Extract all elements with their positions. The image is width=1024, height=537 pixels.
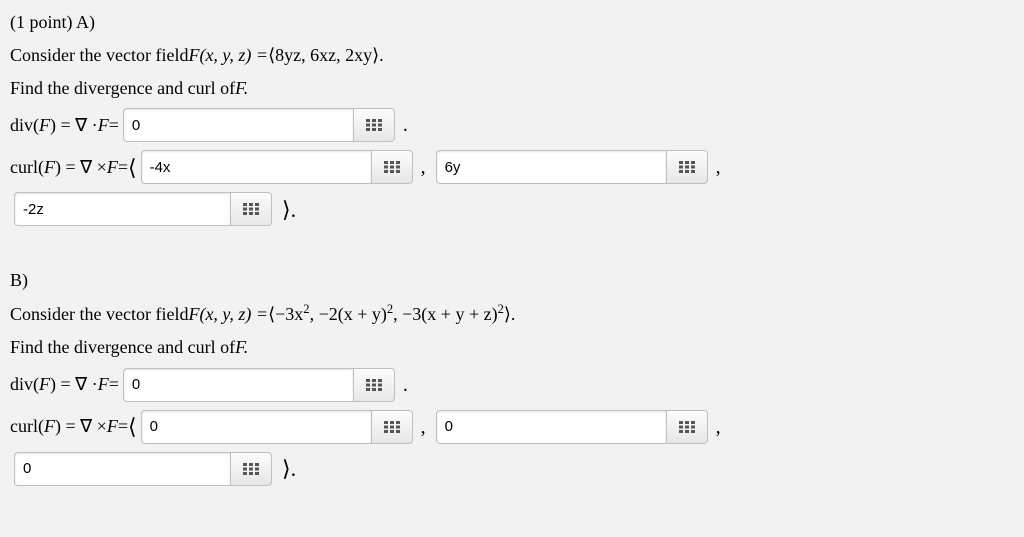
div-F2: F [98, 111, 109, 140]
curl-label-after: = [118, 153, 128, 182]
equation-editor-button[interactable] [353, 108, 395, 142]
partA-consider: Consider the vector field F(x, y, z) = ⟨… [10, 41, 1014, 70]
keypad-icon [679, 421, 695, 433]
commaB2: , [716, 411, 721, 443]
partA-curl-k-input[interactable] [14, 192, 230, 226]
divB-period: . [403, 369, 408, 401]
partA-find-line: Find the divergence and curl of F. [10, 74, 1014, 103]
partB-curl-i-group [141, 410, 413, 444]
rangle: ⟩. [282, 192, 296, 227]
partA-header: (1 point) A) [10, 8, 1014, 37]
partB-F-def: F(x, y, z) = [188, 300, 268, 329]
div-label-mid: ) = ∇ · [50, 111, 98, 140]
divB-F2: F [98, 370, 109, 399]
partA-curl-line2: ⟩. [10, 190, 1014, 228]
divB-F: F [39, 370, 50, 399]
equation-editor-button[interactable] [371, 410, 413, 444]
partB-div-input-group [123, 368, 395, 402]
comma2: , [716, 151, 721, 183]
equation-editor-button[interactable] [666, 150, 708, 184]
curl-label-mid: ) = ∇ × [55, 153, 107, 182]
partB-find-line: Find the divergence and curl of F. [10, 333, 1014, 362]
tup-end: ⟩. [504, 304, 516, 324]
keypad-icon [366, 379, 382, 391]
rangleB: ⟩. [282, 451, 296, 486]
partA-F-def: F(x, y, z) = [188, 41, 268, 70]
div-label-prefix: div( [10, 111, 39, 140]
keypad-icon [384, 161, 400, 173]
partB-header: B) [10, 266, 1014, 295]
comma1: , [421, 151, 426, 183]
partB-curl-k-input[interactable] [14, 452, 230, 486]
partA-curl-line: curl( F ) = ∇ × F = ⟨ , [10, 148, 1014, 186]
partB-div-line: div( F ) = ∇ · F = . [10, 366, 1014, 404]
div-period: . [403, 109, 408, 141]
curlB-mid: ) = ∇ × [55, 412, 107, 441]
partB-header-text: B) [10, 266, 28, 295]
partB-curl-line: curl( F ) = ∇ × F = ⟨ , [10, 408, 1014, 446]
F-italic: F. [235, 74, 248, 103]
equation-editor-button[interactable] [230, 452, 272, 486]
partB-consider-prefix: Consider the vector field [10, 300, 188, 329]
langle: ⟨ [128, 150, 137, 185]
keypad-icon [243, 203, 259, 215]
partA-curl-j-group [436, 150, 708, 184]
partA-curl-i-group [141, 150, 413, 184]
equation-editor-button[interactable] [371, 150, 413, 184]
tup-c: , −3(x + y + z) [393, 304, 497, 324]
partA-div-input-group [123, 108, 395, 142]
keypad-icon [366, 119, 382, 131]
partA-curl-i-input[interactable] [141, 150, 371, 184]
partB-curl-line2: ⟩. [10, 450, 1014, 488]
curlB-F2: F [107, 412, 118, 441]
partA-div-line: div( F ) = ∇ · F = . [10, 106, 1014, 144]
divB-mid: ) = ∇ · [50, 370, 98, 399]
partA-header-text: (1 point) A) [10, 8, 95, 37]
FB-prefix: F(x, y, z) = [188, 304, 268, 324]
partA-find-text: Find the divergence and curl of [10, 74, 235, 103]
curlB-F: F [44, 412, 55, 441]
FB-italic: F. [235, 333, 248, 362]
equation-editor-button[interactable] [666, 410, 708, 444]
keypad-icon [243, 463, 259, 475]
divB-after: = [109, 370, 119, 399]
partB-curl-k-group [14, 452, 272, 486]
commaB1: , [421, 411, 426, 443]
partB-find-text: Find the divergence and curl of [10, 333, 235, 362]
partB-consider: Consider the vector field F(x, y, z) = ⟨… [10, 299, 1014, 329]
partB-div-input[interactable] [123, 368, 353, 402]
partA-curl-j-input[interactable] [436, 150, 666, 184]
curl-label-prefix: curl( [10, 153, 44, 182]
partB-curl-i-input[interactable] [141, 410, 371, 444]
div-F: F [39, 111, 50, 140]
problem-panel: (1 point) A) Consider the vector field F… [0, 0, 1024, 500]
keypad-icon [679, 161, 695, 173]
keypad-icon [384, 421, 400, 433]
tup-a: ⟨−3x [268, 304, 303, 324]
F-prefix: F(x, y, z) = [188, 45, 268, 65]
curl-F: F [44, 153, 55, 182]
partA-curl-k-group [14, 192, 272, 226]
curlB-prefix: curl( [10, 412, 44, 441]
divB-prefix: div( [10, 370, 39, 399]
curl-F2: F [107, 153, 118, 182]
partA-consider-prefix: Consider the vector field [10, 41, 188, 70]
curlB-after: = [118, 412, 128, 441]
partA-div-input[interactable] [123, 108, 353, 142]
equation-editor-button[interactable] [353, 368, 395, 402]
equation-editor-button[interactable] [230, 192, 272, 226]
partB-curl-j-input[interactable] [436, 410, 666, 444]
langleB: ⟨ [128, 409, 137, 444]
partB-curl-j-group [436, 410, 708, 444]
partA-F-tuple: ⟨8yz, 6xz, 2xy⟩. [268, 41, 384, 70]
div-label-after: = [109, 111, 119, 140]
tup-b: , −2(x + y) [310, 304, 387, 324]
partB-F-tuple: ⟨−3x2, −2(x + y)2, −3(x + y + z)2⟩. [268, 299, 515, 329]
